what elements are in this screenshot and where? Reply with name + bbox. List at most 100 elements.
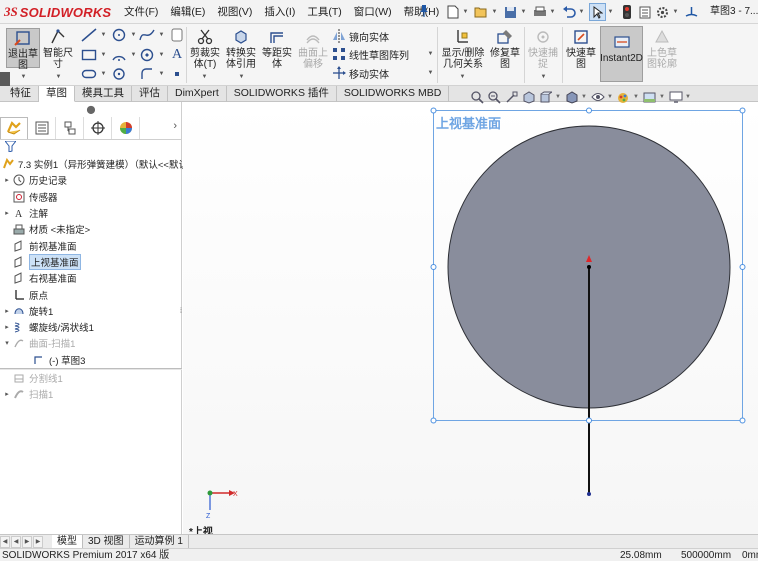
new-icon[interactable] [444, 3, 461, 21]
instant2d-button[interactable]: Instant2D [600, 26, 643, 82]
tree-expand-icon[interactable]: ▸ [2, 390, 12, 398]
hide-show-icon[interactable] [590, 90, 605, 105]
save-icon[interactable] [502, 3, 519, 21]
spline-dropdown[interactable]: ▼ [158, 30, 165, 40]
exit-sketch-dropdown[interactable]: ▼ [20, 72, 27, 82]
circle-center-point[interactable] [587, 265, 591, 269]
quick-snaps-dropdown[interactable]: ▼ [540, 72, 547, 82]
display-delete-relations-button[interactable]: 显示/删除 几何关系 [440, 28, 486, 70]
tree-item[interactable]: 传感器 [0, 189, 182, 205]
panel-grip-handle[interactable]: ⬤ [0, 102, 182, 116]
tab-mold-tools[interactable]: 模具工具 [75, 86, 132, 102]
undo-icon[interactable] [560, 3, 577, 21]
display-manager-icon[interactable] [112, 116, 140, 139]
tab-features[interactable]: 特征 [0, 86, 39, 102]
menu-tools[interactable]: 工具(T) [301, 0, 347, 24]
handle-bottom[interactable] [586, 417, 592, 424]
scene-dropdown[interactable]: ▼ [659, 94, 665, 100]
move-dropdown[interactable]: ▼ [427, 68, 434, 78]
tree-expand-icon[interactable]: ▾ [2, 339, 12, 347]
smart-dimension-button[interactable]: 智能尺 寸 [42, 28, 74, 70]
tree-expand-icon[interactable]: ▸ [2, 307, 12, 315]
hide-show-dropdown[interactable]: ▼ [607, 94, 613, 100]
move-entities-button[interactable]: 移动实体 [332, 65, 389, 81]
tab-motion-study[interactable]: 运动算例 1 [130, 534, 189, 549]
path-end-point[interactable] [587, 492, 591, 496]
text-icon[interactable]: A [166, 47, 188, 63]
offset-entities-button[interactable]: 等距实 体 [260, 28, 294, 70]
tree-expand-icon[interactable]: ▸ [2, 176, 12, 184]
tree-item[interactable]: 材质 <未指定> [0, 221, 182, 237]
tree-item[interactable]: 前视基准面 [0, 237, 182, 253]
tree-item[interactable]: 上视基准面 [0, 253, 182, 270]
slot-icon[interactable] [78, 66, 100, 82]
property-manager-icon[interactable] [28, 116, 56, 139]
save-dropdown[interactable]: ▼ [520, 3, 527, 21]
shaded-sketch-contours-button[interactable]: 上色草 图轮廓 [645, 28, 679, 70]
convert-dropdown[interactable]: ▼ [238, 72, 245, 82]
menu-window[interactable]: 窗口(W) [348, 0, 398, 24]
menu-insert[interactable]: 插入(I) [258, 0, 301, 24]
display-style-icon[interactable] [564, 90, 579, 105]
sketch-canvas[interactable]: X Z [183, 102, 758, 534]
handle-top[interactable] [586, 107, 592, 114]
print-dropdown[interactable]: ▼ [549, 3, 556, 21]
arc-icon[interactable] [108, 47, 130, 63]
convert-entities-button[interactable]: 转换实 体引用 [223, 28, 259, 70]
edit-appearance-icon[interactable] [616, 90, 631, 105]
options-dropdown[interactable]: ▼ [672, 3, 679, 21]
zoom-area-icon[interactable] [487, 90, 502, 105]
tree-expand-icon[interactable]: ▸ [2, 323, 12, 331]
tree-item[interactable]: ▾ 曲面-扫描1 [0, 335, 182, 351]
edit-appearance-dropdown[interactable]: ▼ [633, 94, 639, 100]
menu-edit[interactable]: 编辑(E) [164, 0, 211, 24]
handle-bottom-right[interactable] [739, 417, 746, 424]
zoom-to-fit-icon[interactable] [470, 90, 485, 105]
tree-item[interactable]: 分割线1 [0, 370, 182, 386]
line-dropdown[interactable]: ▼ [100, 30, 107, 40]
tree-item[interactable]: 右视基准面 [0, 270, 182, 286]
rapid-sketch-button[interactable]: 快速草 图 [564, 28, 598, 70]
tab-solidworks-addins[interactable]: SOLIDWORKS 插件 [227, 86, 337, 102]
tree-item[interactable]: ▸ 扫描1 [0, 386, 182, 402]
point-icon[interactable] [166, 66, 188, 82]
linear-pattern-dropdown[interactable]: ▼ [427, 49, 434, 59]
tree-item[interactable]: ▸ 历史记录 [0, 172, 182, 188]
tab-solidworks-mbd[interactable]: SOLIDWORKS MBD [337, 86, 450, 102]
configuration-manager-icon[interactable] [56, 116, 84, 139]
menu-file[interactable]: 文件(F) [118, 0, 164, 24]
handle-right[interactable] [739, 264, 746, 270]
undo-dropdown[interactable]: ▼ [578, 3, 585, 21]
print-icon[interactable] [531, 3, 548, 21]
rectangle-icon[interactable] [78, 47, 100, 63]
display-style-dropdown[interactable]: ▼ [581, 94, 587, 100]
sketch-fillet-icon[interactable] [136, 66, 158, 82]
smart-dimension-dropdown[interactable]: ▼ [55, 72, 62, 82]
options-icon[interactable] [654, 3, 671, 21]
last-tab-arrow-icon[interactable]: ▶ [33, 535, 43, 548]
circle-icon[interactable] [108, 27, 130, 43]
tab-dimxpert[interactable]: DimXpert [168, 86, 227, 102]
tree-expand-icon[interactable]: ▸ [2, 209, 12, 217]
new-dropdown[interactable]: ▼ [462, 3, 469, 21]
select-dropdown[interactable]: ▼ [607, 3, 614, 21]
filter-icon[interactable] [3, 140, 18, 155]
tab-evaluate[interactable]: 评估 [132, 86, 168, 102]
prev-tab-arrow-icon[interactable]: ◀ [11, 535, 21, 548]
trim-dropdown[interactable]: ▼ [201, 72, 208, 82]
sketch-fillet-box-icon[interactable] [166, 27, 188, 43]
tab-3d-views[interactable]: 3D 视图 [83, 534, 130, 549]
tree-item[interactable]: ▸ A 注解 [0, 205, 182, 221]
relations-dropdown[interactable]: ▼ [459, 72, 466, 82]
view-settings-dropdown[interactable]: ▼ [685, 94, 691, 100]
polygon-dropdown[interactable]: ▼ [158, 50, 165, 60]
scene-icon[interactable] [642, 90, 657, 105]
polygon-icon[interactable] [136, 47, 158, 63]
ellipse-icon[interactable] [108, 66, 130, 82]
select-icon[interactable] [589, 3, 606, 21]
tree-item[interactable]: 原点 [0, 286, 182, 302]
next-tab-arrow-icon[interactable]: ▶ [22, 535, 32, 548]
handle-top-right[interactable] [739, 107, 746, 114]
spline-icon[interactable] [136, 27, 158, 43]
tab-sketch[interactable]: 草图 [39, 86, 75, 102]
